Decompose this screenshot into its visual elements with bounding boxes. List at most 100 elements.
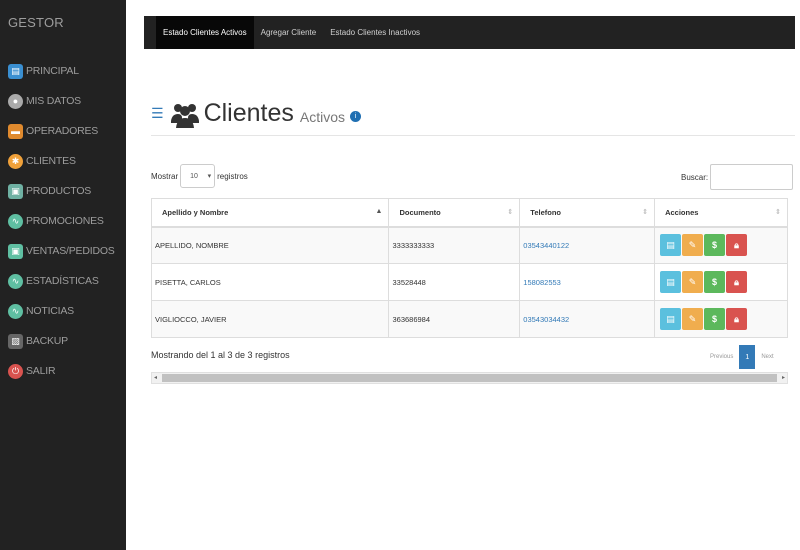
menu-toggle-icon[interactable]: ☰ xyxy=(151,105,164,122)
sort-asc-icon: ▲ xyxy=(375,208,383,215)
box-icon: ▣ xyxy=(8,183,23,199)
cell-documento: 363686984 xyxy=(388,300,521,338)
sidebar-item-promociones[interactable]: ∿ PROMOCIONES xyxy=(0,206,126,236)
sidebar-item-label: NOTICIAS xyxy=(26,305,74,317)
length-prefix: Mostrar xyxy=(151,171,179,181)
cell-telefono[interactable]: 03543440122 xyxy=(519,226,656,264)
sidebar-item-label: OPERADORES xyxy=(26,125,99,137)
sidebar-menu: ▤ PRINCIPAL ● MIS DATOS ▬ OPERADORES ✱ C… xyxy=(0,56,126,386)
table-row: PISETTA, CARLOS 33528448 158082553 ▤ ✎ $… xyxy=(150,263,788,301)
view-button[interactable]: ▤ xyxy=(660,234,682,257)
scrollbar-thumb[interactable] xyxy=(162,374,777,382)
sidebar-item-label: PROMOCIONES xyxy=(26,215,104,227)
payment-button[interactable]: $ xyxy=(704,271,726,293)
search-input[interactable] xyxy=(710,164,794,190)
edit-button[interactable]: ✎ xyxy=(682,308,704,330)
sidebar-item-label: ESTADÍSTICAS xyxy=(26,275,99,287)
sidebar-item-label: MIS DATOS xyxy=(26,95,81,107)
sidebar-item-salir[interactable]: ⏻ SALIR xyxy=(0,356,126,386)
person-icon: ✱ xyxy=(8,153,23,169)
previous-button[interactable]: Previous xyxy=(704,345,739,369)
chart-icon: ∿ xyxy=(8,273,23,289)
sidebar-item-productos[interactable]: ▣ PRODUCTOS xyxy=(0,176,126,206)
page-title: Clientes xyxy=(203,99,294,127)
dropdown-arrow-icon: ▾ xyxy=(207,173,212,180)
sidebar-item-mis-datos[interactable]: ● MIS DATOS xyxy=(0,86,126,116)
user-icon: ● xyxy=(8,93,23,109)
next-button[interactable]: Next xyxy=(755,345,779,369)
scroll-right-icon[interactable]: ▸ xyxy=(782,373,785,383)
scroll-left-icon[interactable]: ◂ xyxy=(154,373,157,383)
info-badge[interactable]: i xyxy=(350,111,362,122)
backup-icon: ▨ xyxy=(8,333,23,349)
tab-agregar-cliente[interactable]: Agregar Cliente xyxy=(254,16,324,49)
sidebar-item-label: CLIENTES xyxy=(26,155,76,167)
users-icon xyxy=(170,103,199,128)
cell-telefono[interactable]: 03543034432 xyxy=(519,300,656,338)
sidebar-item-estadisticas[interactable]: ∿ ESTADÍSTICAS xyxy=(0,266,126,296)
lock-button[interactable]: 🔒︎ xyxy=(726,271,748,293)
sort-icon: ⇕ xyxy=(507,209,514,216)
sidebar-item-label: SALIR xyxy=(26,365,56,377)
page-length-value: 10 xyxy=(190,172,198,180)
view-button[interactable]: ▤ xyxy=(660,308,682,330)
view-button[interactable]: ▤ xyxy=(660,271,682,293)
sidebar-item-operadores[interactable]: ▬ OPERADORES xyxy=(0,116,126,146)
sidebar-item-ventas-pedidos[interactable]: ▣ VENTAS/PEDIDOS xyxy=(0,236,126,266)
cell-actions: ▤ ✎ $ 🔒︎ xyxy=(654,263,788,301)
cell-name: VIGLIOCCO, JAVIER xyxy=(150,300,390,338)
sidebar: GESTOR ▤ PRINCIPAL ● MIS DATOS ▬ OPERADO… xyxy=(0,0,126,550)
tab-clientes-activos[interactable]: Estado Clientes Activos xyxy=(156,16,254,49)
page-header: ☰ Clientes Activos i xyxy=(151,92,795,136)
page-button-active[interactable]: 1 xyxy=(739,345,756,369)
sidebar-item-label: BACKUP xyxy=(26,335,68,347)
sort-icon: ⇕ xyxy=(642,209,649,216)
table-row: VIGLIOCCO, JAVIER 363686984 03543034432 … xyxy=(150,300,788,338)
sort-icon: ⇕ xyxy=(775,209,781,216)
sidebar-item-label: PRODUCTOS xyxy=(26,185,92,197)
cell-actions: ▤ ✎ $ 🔒︎ xyxy=(654,226,788,264)
lock-button[interactable]: 🔒︎ xyxy=(726,234,748,257)
top-navbar: Estado Clientes Activos Agregar Cliente … xyxy=(144,16,795,49)
cell-telefono[interactable]: 158082553 xyxy=(519,263,656,301)
col-header-telefono[interactable]: Telefono ⇕ xyxy=(519,198,656,228)
table-header-row: Apellido y Nombre ▲ Documento ⇕ Telefono… xyxy=(150,198,788,228)
payment-button[interactable]: $ xyxy=(704,308,726,330)
briefcase-icon: ▬ xyxy=(8,123,23,139)
clients-table: Apellido y Nombre ▲ Documento ⇕ Telefono… xyxy=(150,198,788,338)
sidebar-item-backup[interactable]: ▨ BACKUP xyxy=(0,326,126,356)
sidebar-item-label: VENTAS/PEDIDOS xyxy=(26,245,115,257)
col-header-name[interactable]: Apellido y Nombre ▲ xyxy=(150,198,390,228)
wave-icon: ∿ xyxy=(8,213,23,229)
cell-documento: 3333333333 xyxy=(388,226,521,264)
page-subtitle: Activos xyxy=(299,108,346,125)
col-header-documento[interactable]: Documento ⇕ xyxy=(388,198,521,228)
cell-actions: ▤ ✎ $ 🔒︎ xyxy=(654,300,788,338)
power-icon: ⏻ xyxy=(8,363,23,379)
lock-button[interactable]: 🔒︎ xyxy=(726,308,748,330)
search-label: Buscar: xyxy=(681,172,709,182)
col-header-acciones[interactable]: Acciones ⇕ xyxy=(654,198,788,228)
tab-clientes-inactivos[interactable]: Estado Clientes Inactivos xyxy=(323,16,427,49)
table-row: APELLIDO, NOMBRE 3333333333 03543440122 … xyxy=(150,226,788,264)
cell-name: PISETTA, CARLOS xyxy=(150,263,390,301)
page-length-select[interactable]: 10 ▾ xyxy=(180,164,216,188)
news-icon: ∿ xyxy=(8,303,23,319)
table-info: Mostrando del 1 al 3 de 3 registros xyxy=(151,350,290,360)
sidebar-item-label: PRINCIPAL xyxy=(26,65,79,77)
home-icon: ▤ xyxy=(8,63,23,79)
page-length-control: Mostrar 10 ▾ registros xyxy=(151,163,248,189)
edit-button[interactable]: ✎ xyxy=(682,271,704,293)
horizontal-scrollbar[interactable]: ◂ ▸ xyxy=(151,372,788,384)
sidebar-item-noticias[interactable]: ∿ NOTICIAS xyxy=(0,296,126,326)
cell-name: APELLIDO, NOMBRE xyxy=(150,226,390,264)
search-control: Buscar: xyxy=(681,164,794,190)
payment-button[interactable]: $ xyxy=(704,234,726,257)
edit-button[interactable]: ✎ xyxy=(682,234,704,257)
brand-title: GESTOR xyxy=(8,15,64,30)
cell-documento: 33528448 xyxy=(388,263,521,301)
sidebar-item-principal[interactable]: ▤ PRINCIPAL xyxy=(0,56,126,86)
pagination: Previous 1 Next xyxy=(704,345,780,369)
cart-icon: ▣ xyxy=(8,243,23,259)
sidebar-item-clientes[interactable]: ✱ CLIENTES xyxy=(0,146,126,176)
